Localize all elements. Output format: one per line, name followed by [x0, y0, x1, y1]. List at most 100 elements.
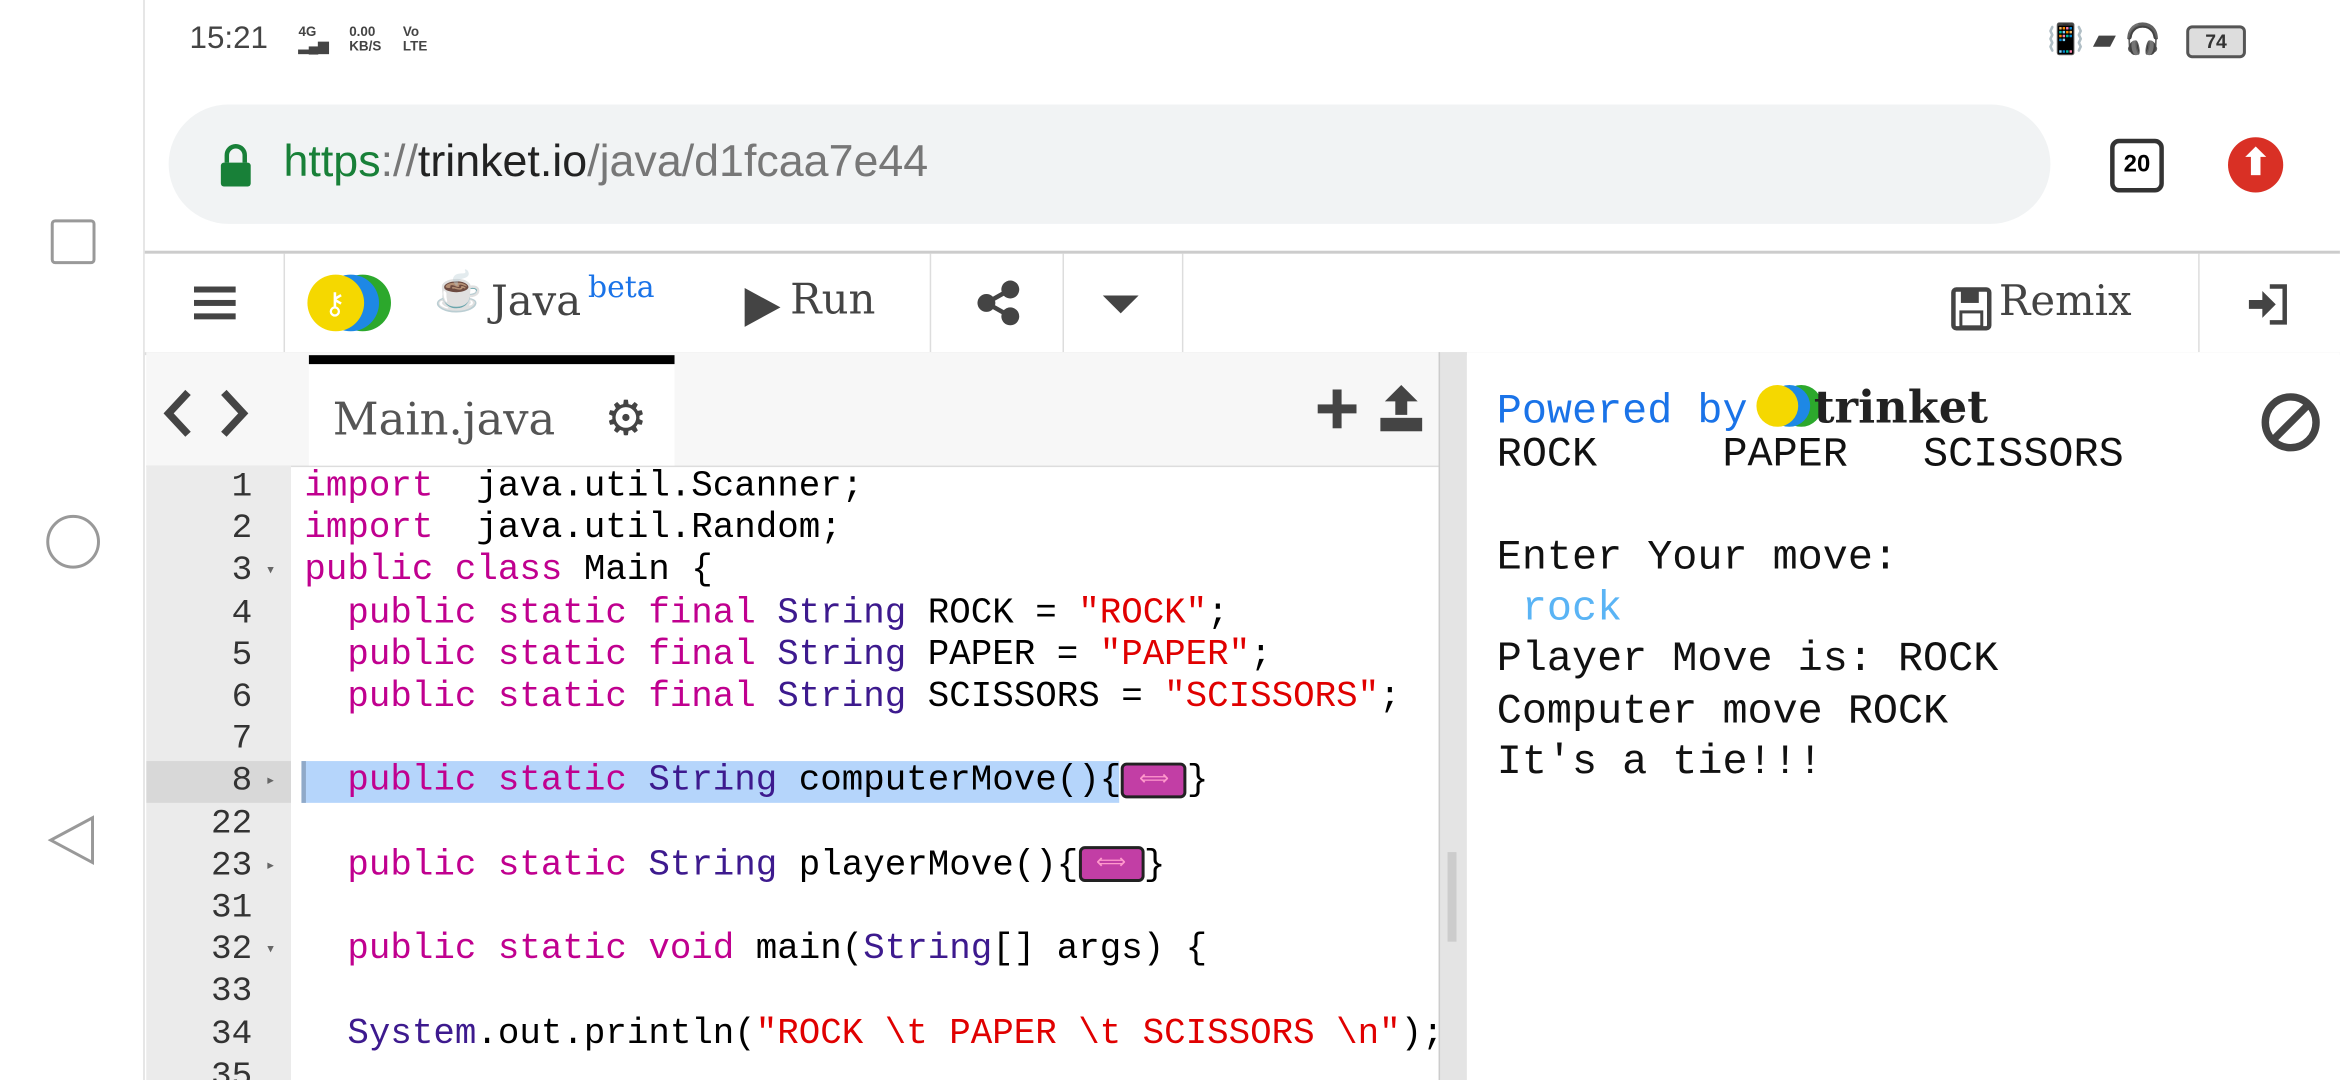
code-token: "ROCK": [1078, 593, 1208, 634]
code-token: String: [648, 845, 778, 887]
volte-label: Vo: [402, 23, 420, 39]
code-line[interactable]: public static final String PAPER = "PAPE…: [304, 635, 1271, 677]
stop-button[interactable]: [2259, 391, 2322, 461]
line-number-text: 5: [231, 635, 253, 675]
code-editor[interactable]: 1 import java.util.Scanner; 2 import java.u…: [146, 466, 1439, 1080]
splitter-handle[interactable]: [1447, 852, 1457, 942]
remix-button[interactable]: Remix: [1950, 276, 2132, 331]
status-time: 15:21: [189, 20, 268, 56]
code-line[interactable]: public static String computerMove(){⟺}: [304, 762, 1208, 804]
beta-badge: beta: [587, 268, 655, 305]
code-token: java.util.Random;: [433, 509, 842, 550]
tab-count: 20: [2123, 152, 2151, 178]
code-token: SCISSORS =: [906, 677, 1165, 718]
fold-toggle-icon[interactable]: ▸: [266, 771, 276, 792]
file-nav-forward[interactable]: [218, 388, 251, 446]
url-separator: ://: [380, 137, 418, 187]
line-number-text: 2: [231, 509, 253, 548]
line-number: 35: [146, 1056, 291, 1080]
line-number: 1: [146, 467, 291, 509]
file-settings-gear-icon[interactable]: ⚙: [604, 394, 647, 442]
line-number-text: 23: [210, 845, 253, 885]
tab-switcher-button[interactable]: 20: [2110, 138, 2164, 193]
code-line[interactable]: public static final String SCISSORS = "S…: [304, 678, 1400, 720]
code-line[interactable]: public class Main {: [304, 551, 712, 593]
line-number: 7: [146, 720, 291, 762]
code-token: "SCISSORS": [1164, 677, 1380, 718]
user-input-line: rock: [1496, 586, 1623, 633]
menu-button[interactable]: [193, 286, 236, 330]
powered-by[interactable]: Powered by trinket: [1497, 382, 1988, 436]
line-number-text: 22: [210, 803, 253, 843]
dropdown-button[interactable]: [1100, 292, 1142, 323]
hamburger-icon: [193, 286, 236, 320]
fold-toggle-icon[interactable]: ▸: [266, 855, 276, 876]
powered-by-label: Powered by: [1496, 389, 1748, 436]
trinket-brand: trinket: [1813, 382, 1988, 435]
file-tab-main-java[interactable]: Main.java ⚙: [308, 355, 675, 466]
line-number: 2: [146, 509, 291, 551]
code-line[interactable]: public static void main(String[] args) {: [304, 930, 1207, 972]
upload-button[interactable]: [1379, 382, 1424, 440]
code-token: public static final: [347, 593, 756, 634]
code-token: "ROCK \t PAPER \t SCISSORS \n": [755, 1014, 1401, 1055]
android-nav-bar: [0, 0, 145, 1080]
url-scheme: https: [283, 137, 381, 187]
code-token: PAPER =: [906, 635, 1100, 676]
code-line[interactable]: System.out.println("ROCK \t PAPER \t SCI…: [304, 1014, 1438, 1056]
output-line: Enter Your move:: [1496, 535, 1898, 582]
file-nav-back[interactable]: [161, 388, 194, 446]
trinket-logo[interactable]: ⚷: [300, 273, 396, 340]
prohibit-icon: [2261, 393, 2320, 452]
code-token: playerMove(){: [777, 845, 1079, 887]
line-number: 5: [146, 635, 291, 677]
output-console[interactable]: Powered by trinket ROCK PAPER SCISSORS En…: [1466, 352, 2340, 1080]
signal-icon: ▂▄▆: [298, 38, 329, 54]
play-icon: [744, 287, 781, 327]
code-line[interactable]: import java.util.Scanner;: [304, 467, 863, 509]
code-token: System: [347, 1014, 477, 1055]
sign-in-button[interactable]: [2246, 284, 2291, 333]
vibrate-icon: 📳: [2047, 23, 2085, 57]
update-button[interactable]: ⬆: [2228, 137, 2284, 193]
code-token: main(: [734, 929, 864, 971]
code-line[interactable]: public static final String ROCK = "ROCK"…: [304, 593, 1228, 635]
line-number: 8 ▸: [146, 762, 291, 804]
address-bar[interactable]: https://trinket.io/java/d1fcaa7e44: [168, 104, 2051, 224]
line-number: 32 ▾: [146, 930, 291, 972]
code-line[interactable]: public static String playerMove(){⟺}: [304, 846, 1165, 888]
plus-icon: [1317, 389, 1357, 429]
fold-toggle-icon[interactable]: ▾: [266, 560, 276, 581]
url-text[interactable]: https://trinket.io/java/d1fcaa7e44: [284, 137, 929, 188]
code-line[interactable]: import java.util.Random;: [304, 509, 841, 551]
line-number-text: 34: [210, 1014, 253, 1053]
folded-code-marker[interactable]: ⟺: [1121, 762, 1187, 799]
editor-tab-bar: Main.java ⚙: [146, 352, 1439, 468]
code-token: );: [1400, 1014, 1439, 1055]
folded-code-marker[interactable]: ⟺: [1078, 846, 1144, 883]
chevron-right-icon: [221, 389, 249, 437]
add-file-button[interactable]: [1316, 388, 1358, 437]
upload-icon: [1380, 385, 1423, 432]
trinket-toolbar: ⚷ ☕ Java beta Run Remix: [144, 250, 2340, 356]
line-number: 23 ▸: [146, 846, 291, 888]
svg-text:⚷: ⚷: [324, 287, 346, 320]
fold-toggle-icon[interactable]: ▾: [266, 939, 276, 960]
code-token: Main {: [562, 551, 713, 592]
back-button[interactable]: [47, 815, 96, 873]
home-button[interactable]: [46, 514, 100, 569]
code-token: ;: [1207, 593, 1229, 634]
lock-icon: [219, 143, 252, 195]
line-number-text: 35: [210, 1056, 253, 1080]
run-button[interactable]: Run: [742, 275, 875, 331]
pane-splitter[interactable]: [1438, 352, 1467, 1080]
share-button[interactable]: [976, 280, 1021, 333]
status-icons: 📳 ▰ 🎧: [2047, 21, 2161, 58]
code-token: String: [777, 677, 907, 718]
recents-button[interactable]: [50, 219, 96, 265]
